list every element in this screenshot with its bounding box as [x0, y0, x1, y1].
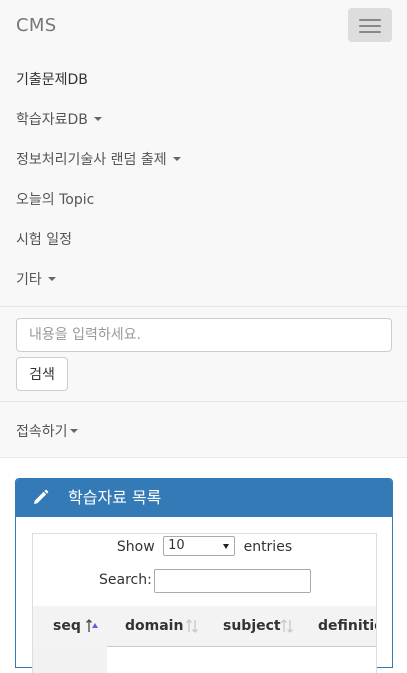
column-header-seq[interactable]: seq — [53, 606, 81, 646]
divider — [0, 306, 407, 307]
hamburger-icon-bar — [359, 31, 381, 33]
table-search-input[interactable] — [154, 569, 311, 593]
search-input[interactable] — [16, 318, 392, 352]
table-row[interactable] — [33, 646, 107, 673]
caret-down-icon — [93, 117, 102, 121]
column-label: definition — [318, 618, 376, 634]
nav-item-exam-db[interactable]: 기출문제DB — [0, 60, 407, 100]
column-header-definition[interactable]: definition — [318, 606, 376, 646]
page-length-select[interactable]: 10 — [163, 536, 236, 556]
nav-item-label: 정보처리기술사 랜덤 출제 — [16, 152, 167, 168]
dropdown-arrow-icon — [223, 544, 230, 549]
hamburger-icon-bar — [359, 25, 381, 27]
show-label: Show — [116, 539, 155, 555]
pencil-icon — [34, 489, 49, 504]
table-header: seq domain subject definition — [33, 606, 376, 647]
hamburger-icon — [359, 19, 381, 21]
datatable: Show 10 entries Search: seq domain subje… — [32, 533, 377, 673]
sort-both-icon — [281, 619, 293, 633]
search-label: Search: — [99, 572, 152, 588]
divider — [0, 401, 407, 402]
nav-menu: 기출문제DB 학습자료DB 정보처리기술사 랜덤 출제 오늘의 Topic 시험… — [0, 60, 407, 300]
column-header-subject[interactable]: subject — [223, 606, 281, 646]
nav-item-study-db[interactable]: 학습자료DB — [0, 100, 407, 140]
page-length-value: 10 — [168, 538, 185, 553]
nav-item-exam-schedule[interactable]: 시험 일정 — [0, 220, 407, 260]
study-list-panel: 학습자료 목록 Show 10 entries Search: seq doma… — [15, 478, 393, 673]
nav-item-etc[interactable]: 기타 — [0, 260, 407, 300]
datatable-length: Show 10 entries — [33, 534, 376, 560]
nav-item-label: 학습자료DB — [16, 112, 88, 128]
sort-asc-icon — [86, 619, 98, 632]
nav-item-label: 기타 — [16, 272, 42, 288]
column-label: subject — [223, 618, 281, 634]
panel-heading: 학습자료 목록 — [16, 479, 392, 517]
connect-label: 접속하기 — [16, 424, 68, 440]
caret-down-icon — [172, 157, 181, 161]
caret-down-icon — [69, 429, 78, 433]
connect-dropdown[interactable]: 접속하기 — [16, 412, 78, 452]
search-button[interactable]: 검색 — [16, 357, 68, 391]
column-header-domain[interactable]: domain — [125, 606, 183, 646]
nav-item-label: 오늘의 Topic — [16, 192, 95, 208]
nav-item-today-topic[interactable]: 오늘의 Topic — [0, 180, 407, 220]
panel-title: 학습자료 목록 — [68, 488, 162, 507]
nav-item-label: 기출문제DB — [16, 72, 88, 88]
entries-label: entries — [243, 539, 293, 555]
menu-toggle-button[interactable] — [348, 8, 392, 42]
brand-logo[interactable]: CMS — [16, 15, 56, 36]
column-label: domain — [125, 618, 184, 634]
sort-both-icon — [186, 619, 198, 633]
nav-item-label: 시험 일정 — [16, 232, 72, 248]
column-label: seq — [53, 618, 81, 634]
caret-down-icon — [47, 277, 56, 281]
navbar: CMS 기출문제DB 학습자료DB 정보처리기술사 랜덤 출제 오늘의 Topi… — [0, 0, 407, 458]
nav-item-random-exam[interactable]: 정보처리기술사 랜덤 출제 — [0, 140, 407, 180]
